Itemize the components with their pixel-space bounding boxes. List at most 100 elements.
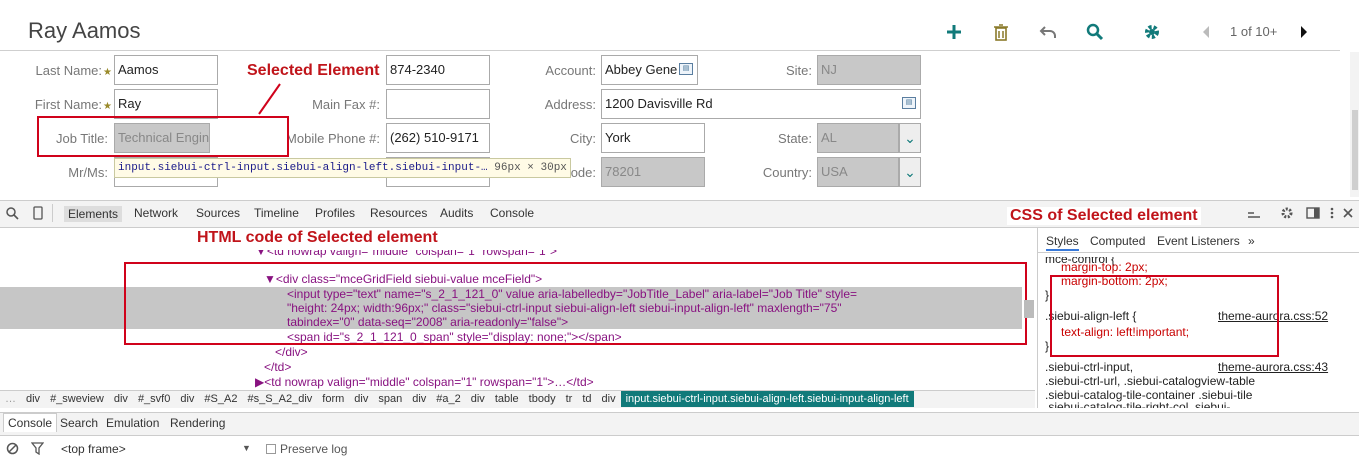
- settings-icon[interactable]: [1142, 22, 1162, 42]
- annotation-arrow: [258, 83, 281, 115]
- breadcrumb-item[interactable]: #_svf0: [133, 391, 175, 407]
- dom-line[interactable]: ▶<td nowrap valign="middle" colspan="1" …: [255, 375, 594, 389]
- close-icon[interactable]: [1340, 205, 1356, 221]
- breadcrumb-item[interactable]: …: [0, 391, 21, 407]
- breadcrumb-item[interactable]: table: [490, 391, 524, 407]
- tab-sources[interactable]: Sources: [196, 206, 240, 220]
- site-field[interactable]: NJ: [817, 55, 921, 85]
- tab-network[interactable]: Network: [134, 206, 178, 220]
- tab-profiles[interactable]: Profiles: [315, 206, 355, 220]
- preserve-log-checkbox[interactable]: [266, 444, 276, 454]
- breadcrumb-item[interactable]: div: [466, 391, 490, 407]
- breadcrumb-item[interactable]: div: [21, 391, 45, 407]
- device-mode-icon[interactable]: [30, 205, 46, 221]
- dock-side-icon[interactable]: [1305, 205, 1321, 221]
- postal-code-field[interactable]: 78201: [601, 157, 705, 187]
- inspect-icon[interactable]: [4, 205, 20, 221]
- tab-elements[interactable]: Elements: [64, 206, 123, 222]
- drawer-tab-console[interactable]: Console: [3, 413, 58, 432]
- add-icon[interactable]: [944, 22, 964, 42]
- breadcrumb-item[interactable]: #s_S_A2_div: [242, 391, 317, 407]
- breadcrumb: … div #_sweview div #_svf0 div #S_A2 #s_S_A2_di…: [0, 390, 1035, 408]
- state-label: State:: [778, 131, 812, 146]
- breadcrumb-item-selected[interactable]: input.siebui-ctrl-input.siebui-align-lef…: [620, 391, 914, 407]
- gear-icon[interactable]: [1279, 205, 1295, 221]
- mobile-phone-field[interactable]: (262) 510-9171: [386, 123, 490, 153]
- country-field[interactable]: USA: [817, 157, 899, 187]
- breadcrumb-item[interactable]: #_sweview: [45, 391, 109, 407]
- dom-tree-scrollbar-thumb[interactable]: [1024, 300, 1034, 318]
- drawer-tab-search[interactable]: Search: [60, 416, 98, 430]
- picker-icon[interactable]: ▤: [902, 97, 916, 109]
- more-icon[interactable]: [1324, 205, 1340, 221]
- tooltip-selector: input.siebui-ctrl-input.siebui-align-lef…: [118, 162, 488, 174]
- frame-select-arrow-icon[interactable]: ▼: [242, 443, 251, 453]
- tooltip-size: 96px × 30px: [494, 162, 567, 174]
- header-divider: [0, 50, 1340, 51]
- breadcrumb-item[interactable]: div: [597, 391, 621, 407]
- search-icon[interactable]: [1085, 22, 1105, 42]
- tab-computed[interactable]: Computed: [1090, 234, 1145, 248]
- city-field[interactable]: York: [601, 123, 705, 153]
- css-property[interactable]: margin-top: 2px;: [1061, 260, 1148, 274]
- undo-icon[interactable]: [1038, 22, 1058, 42]
- more-tabs-icon[interactable]: »: [1248, 234, 1255, 248]
- form-scrollbar-thumb[interactable]: [1352, 110, 1358, 190]
- breadcrumb-item[interactable]: form: [317, 391, 349, 407]
- css-selector: .siebui-ctrl-url, .siebui-catalogview-ta…: [1045, 374, 1256, 388]
- breadcrumb-item[interactable]: div: [175, 391, 199, 407]
- selected-element-highlight: [37, 116, 289, 157]
- breadcrumb-item[interactable]: div: [349, 391, 373, 407]
- breadcrumb-item[interactable]: span: [373, 391, 407, 407]
- main-fax-field[interactable]: [386, 89, 490, 119]
- picker-icon[interactable]: ▤: [679, 63, 693, 75]
- delete-icon[interactable]: [991, 22, 1011, 42]
- country-label: Country:: [762, 165, 812, 180]
- console-toolbar: [0, 436, 1359, 464]
- frame-select[interactable]: <top frame>: [61, 442, 126, 456]
- city-label: City:: [570, 131, 596, 146]
- last-name-field[interactable]: Aamos: [114, 55, 218, 85]
- breadcrumb-item[interactable]: td: [577, 391, 596, 407]
- tab-styles[interactable]: Styles: [1046, 234, 1079, 251]
- breadcrumb-item[interactable]: #a_2: [431, 391, 465, 407]
- last-name-label: Last Name:★: [35, 63, 112, 78]
- css-selector: .siebui-ctrl-input,: [1045, 360, 1134, 374]
- first-name-field[interactable]: Ray: [114, 89, 218, 119]
- prev-record-icon[interactable]: [1196, 22, 1216, 42]
- css-annotation: CSS of Selected element: [1007, 207, 1201, 225]
- breadcrumb-item[interactable]: #S_A2: [199, 391, 242, 407]
- preserve-log-label: Preserve log: [280, 442, 348, 456]
- clear-console-icon[interactable]: [6, 442, 20, 456]
- css-selector: .siebui-catalog-tile-right-col .siebui-: [1045, 400, 1231, 408]
- required-icon: ★: [103, 67, 112, 78]
- css-source-link[interactable]: theme-aurora.css:43: [1218, 360, 1328, 374]
- drawer-toggle-icon[interactable]: [1246, 205, 1262, 221]
- work-phone-field[interactable]: 874-2340: [386, 55, 490, 85]
- breadcrumb-item[interactable]: div: [407, 391, 431, 407]
- account-field[interactable]: Abbey Gene ▤: [601, 55, 698, 85]
- mr-ms-label: Mr/Ms:: [68, 165, 108, 180]
- chevron-down-icon[interactable]: ⌄: [899, 123, 921, 153]
- state-field[interactable]: AL: [817, 123, 899, 153]
- element-tooltip: input.siebui-ctrl-input.siebui-align-lef…: [114, 158, 571, 178]
- tab-audits[interactable]: Audits: [440, 206, 473, 220]
- breadcrumb-item[interactable]: div: [109, 391, 133, 407]
- tab-resources[interactable]: Resources: [370, 206, 427, 220]
- tab-event-listeners[interactable]: Event Listeners: [1157, 234, 1240, 248]
- chevron-down-icon[interactable]: ⌄: [899, 157, 921, 187]
- drawer-tab-rendering[interactable]: Rendering: [170, 416, 225, 430]
- breadcrumb-item[interactable]: tbody: [524, 391, 561, 407]
- html-code-highlight: [124, 262, 1027, 345]
- next-record-icon[interactable]: [1294, 22, 1314, 42]
- address-label: Address:: [544, 97, 596, 112]
- dom-line[interactable]: </td>: [264, 360, 291, 374]
- tab-console[interactable]: Console: [490, 206, 534, 220]
- dom-line[interactable]: </div>: [275, 345, 308, 359]
- html-code-annotation: HTML code of Selected element: [197, 229, 438, 246]
- breadcrumb-item[interactable]: tr: [561, 391, 578, 407]
- address-field[interactable]: 1200 Davisville Rd ▤: [601, 89, 921, 119]
- tab-timeline[interactable]: Timeline: [254, 206, 299, 220]
- filter-icon[interactable]: [30, 442, 45, 456]
- drawer-tab-emulation[interactable]: Emulation: [106, 416, 159, 430]
